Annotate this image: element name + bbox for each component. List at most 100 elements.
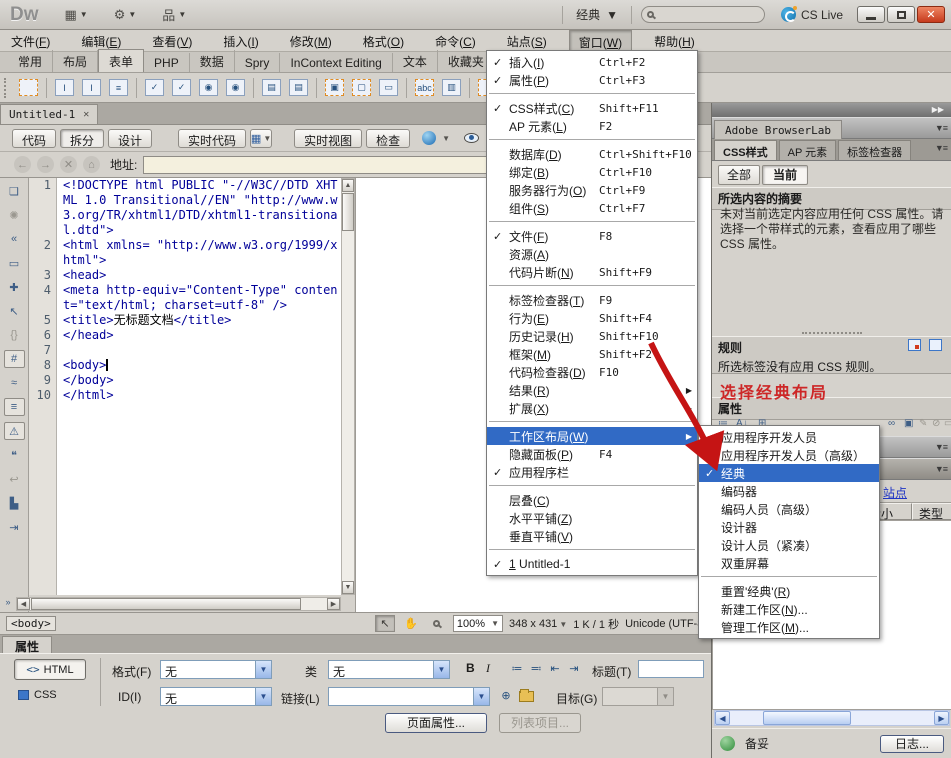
window-menu-item[interactable]: 框架(M)Shift+F2 [487, 345, 697, 363]
workspace-layout-item[interactable]: 编码人员（高级） [699, 500, 879, 518]
select-parent-tag-icon[interactable]: ↖ [4, 302, 25, 320]
jump-menu-icon[interactable]: ▤ [289, 79, 308, 96]
collapse-selection-icon[interactable]: ▭ [4, 254, 25, 272]
code-line[interactable]: 2<html xmlns= "http://www.w3.org/1999/xh… [29, 238, 341, 268]
select-list-menu-icon[interactable]: ▤ [262, 79, 281, 96]
window-menu-item[interactable]: ✓文件(F)F8 [487, 227, 697, 245]
insert-tab[interactable]: 布局 [53, 50, 98, 72]
insert-tab[interactable]: 文本 [393, 50, 438, 72]
workspace-switcher[interactable]: 经典▼ [572, 4, 622, 25]
code-line[interactable]: 7 [29, 343, 341, 358]
fieldset-icon[interactable]: ▥ [442, 79, 461, 96]
page-properties-button[interactable]: 页面属性... [385, 713, 487, 733]
menubar-item[interactable]: 站点(S) [498, 30, 556, 51]
code-line[interactable]: 8<body> [29, 358, 341, 373]
apply-comment-icon[interactable]: ≡ [4, 398, 25, 416]
scroll-right-icon[interactable]: ▶ [327, 598, 340, 610]
scroll-left-icon[interactable]: ◀ [17, 598, 30, 610]
insert-tab[interactable]: PHP [144, 53, 190, 72]
panel-resize-grip[interactable] [802, 332, 862, 334]
scrollbar-thumb[interactable] [342, 193, 354, 231]
workspace-layout-item[interactable]: 应用程序开发人员（高级） [699, 446, 879, 464]
browse-folder-icon[interactable] [517, 688, 535, 705]
window-menu-item[interactable]: 工作区布局(W)▶ [487, 427, 697, 445]
stop-icon[interactable]: ✕ [60, 156, 77, 173]
css-mode-button[interactable]: CSS [14, 686, 86, 704]
code-line[interactable]: 1<!DOCTYPE html PUBLIC "-//W3C//DTD XHTM… [29, 178, 341, 238]
html-mode-button[interactable]: <>HTML [14, 659, 86, 680]
attach-style-icon[interactable]: ∞ [888, 418, 895, 429]
files-horizontal-scrollbar[interactable]: ◀ ▶ [714, 710, 950, 726]
tab-panel[interactable]: AP 元素 [779, 140, 837, 160]
ordered-list-icon[interactable]: ≕ [527, 660, 545, 677]
balance-braces-icon[interactable]: {} [4, 326, 25, 344]
menubar-item[interactable]: 格式(O) [354, 30, 413, 51]
code-vertical-scrollbar[interactable]: ▲ ▼ [341, 178, 355, 595]
menubar-item[interactable]: 文件(F) [2, 30, 59, 51]
scroll-up-icon[interactable]: ▲ [342, 179, 354, 192]
menubar-item[interactable]: 命令(C) [426, 30, 485, 51]
cascade-view-icon[interactable] [908, 339, 921, 351]
id-select[interactable]: 无▼ [160, 687, 272, 706]
site-menu-icon[interactable]: 品▼ [162, 5, 186, 24]
minimize-button[interactable] [857, 6, 885, 23]
list-view-icon[interactable] [929, 339, 942, 351]
move-css-rule-icon[interactable]: ▙ [4, 494, 25, 512]
link-input[interactable]: ▼ [328, 687, 490, 706]
window-menu-item[interactable]: ✓1 Untitled-1 [487, 555, 697, 573]
panel-menu-icon[interactable]: ▼≡ [935, 442, 947, 452]
new-rule-icon[interactable]: ▣ [904, 418, 913, 429]
workspace-layout-item[interactable]: 应用程序开发人员 [699, 428, 879, 446]
inspect-button[interactable]: 检查 [366, 129, 410, 148]
document-tab[interactable]: Untitled-1 ✕ [0, 104, 98, 124]
code-line[interactable]: 3<head> [29, 268, 341, 283]
panel-menu-icon[interactable]: ▼≡ [935, 464, 947, 474]
text-field-icon[interactable]: I [55, 79, 74, 96]
view-button-other[interactable]: 设计 [108, 129, 152, 148]
insert-tab[interactable]: InContext Editing [280, 53, 392, 72]
log-button[interactable]: 日志... [880, 735, 944, 753]
workspace-layout-item[interactable]: 编码器 [699, 482, 879, 500]
info-bar-icon[interactable]: ❝ [4, 446, 25, 464]
tab-css-styles[interactable]: CSS样式 [714, 140, 777, 160]
window-menu-item[interactable]: 垂直平铺(V) [487, 527, 697, 545]
radio-group-icon[interactable]: ◉ [226, 79, 245, 96]
window-menu-item[interactable]: 扩展(X)▶ [487, 399, 697, 417]
code-line[interactable]: 10</html> [29, 388, 341, 403]
open-documents-icon[interactable]: ❏ [4, 182, 25, 200]
hand-tool-icon[interactable]: ✋ [401, 615, 421, 632]
workspace-layout-item[interactable]: ✓经典 [699, 464, 879, 482]
hidden-field-icon[interactable]: I [82, 79, 101, 96]
collapse-full-tag-icon[interactable]: « [4, 230, 25, 248]
toolbar-grip[interactable] [4, 78, 9, 98]
close-tab-icon[interactable]: ✕ [83, 109, 89, 120]
select-tool-icon[interactable]: ↖ [375, 615, 395, 632]
window-menu-item[interactable]: 历史记录(H)Shift+F10 [487, 327, 697, 345]
window-menu-item[interactable]: 水平平铺(Z) [487, 509, 697, 527]
window-menu-item[interactable]: 层叠(C) [487, 491, 697, 509]
italic-button[interactable]: I [486, 661, 490, 676]
window-menu-item[interactable]: 组件(S)Ctrl+F7 [487, 199, 697, 217]
insert-tab[interactable]: Spry [235, 53, 281, 72]
radio-button-icon[interactable]: ◉ [199, 79, 218, 96]
layout-switcher-icon[interactable]: ▦▼ [65, 7, 88, 23]
label-icon[interactable]: abc [415, 79, 434, 96]
window-menu-item[interactable]: 资源(A) [487, 245, 697, 263]
checkbox-group-icon[interactable]: ✓ [172, 79, 191, 96]
window-menu-item[interactable]: 行为(E)Shift+F4 [487, 309, 697, 327]
workspace-layout-item[interactable]: 设计器 [699, 518, 879, 536]
insert-tab[interactable]: 数据 [190, 50, 235, 72]
tab-adobe-browserlab[interactable]: Adobe BrowserLab [714, 120, 842, 140]
scroll-left-icon[interactable]: ◀ [715, 711, 730, 725]
css-all-button[interactable]: 全部 [718, 165, 760, 185]
scroll-down-icon[interactable]: ▼ [342, 581, 354, 594]
view-button-split[interactable]: 拆分 [60, 129, 104, 148]
unordered-list-icon[interactable]: ≔ [508, 660, 526, 677]
window-menu-item[interactable]: 结果(R)▶ [487, 381, 697, 399]
menubar-item[interactable]: 查看(V) [143, 30, 201, 51]
menubar-item[interactable]: 插入(I) [214, 30, 267, 51]
workspace-layout-item[interactable]: 设计人员（紧凑） [699, 536, 879, 554]
search-input[interactable] [641, 6, 765, 23]
window-menu-item[interactable]: 服务器行为(O)Ctrl+F9 [487, 181, 697, 199]
code-line[interactable]: 4<meta http-equiv="Content-Type" content… [29, 283, 341, 313]
